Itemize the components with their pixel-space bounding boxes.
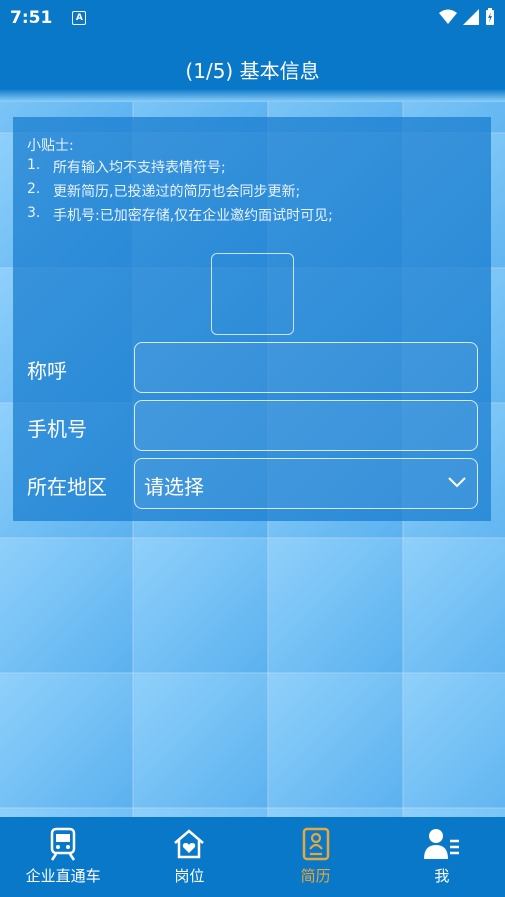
tab-positions[interactable]: 岗位 (126, 817, 252, 897)
home-heart-icon (174, 829, 205, 859)
phone-label: 手机号 (27, 417, 87, 441)
region-select-value: 请选择 (144, 475, 204, 499)
wifi-icon (439, 9, 457, 24)
notification-icon: A (72, 11, 87, 25)
phone-input[interactable] (134, 400, 478, 451)
resume-icon (302, 827, 329, 861)
region-select[interactable]: 请选择 (134, 458, 478, 509)
user-icon (423, 829, 459, 859)
name-input[interactable] (134, 342, 478, 393)
page-title: (1/5) 基本信息 (185, 58, 320, 83)
tip-item: 1. 所有输入均不支持表情符号; (27, 157, 226, 176)
bottom-tab-bar: 企业直通车 岗位 简历 我 (0, 817, 505, 897)
tab-resume[interactable]: 简历 (253, 817, 379, 897)
tip-item: 3. 手机号:已加密存储,仅在企业邀约面试时可见; (27, 205, 333, 224)
region-label: 所在地区 (27, 475, 107, 499)
avatar-upload[interactable] (211, 253, 294, 335)
basic-info-panel: 小贴士: 1. 所有输入均不支持表情符号; 2. 更新简历,已投递过的简历也会同… (13, 117, 491, 521)
tab-me[interactable]: 我 (379, 817, 505, 897)
signal-icon (463, 9, 479, 25)
name-label: 称呼 (27, 359, 67, 383)
tips-title: 小贴士: (27, 138, 74, 154)
battery-icon (486, 8, 494, 25)
tip-item: 2. 更新简历,已投递过的简历也会同步更新; (27, 181, 301, 200)
status-bar: 7:51 A (0, 0, 505, 36)
status-time: 7:51 (10, 8, 53, 28)
train-icon (50, 827, 76, 861)
title-bar: (1/5) 基本信息 (0, 36, 505, 102)
chevron-down-icon (448, 477, 466, 488)
tab-enterprise-express[interactable]: 企业直通车 (0, 817, 126, 897)
